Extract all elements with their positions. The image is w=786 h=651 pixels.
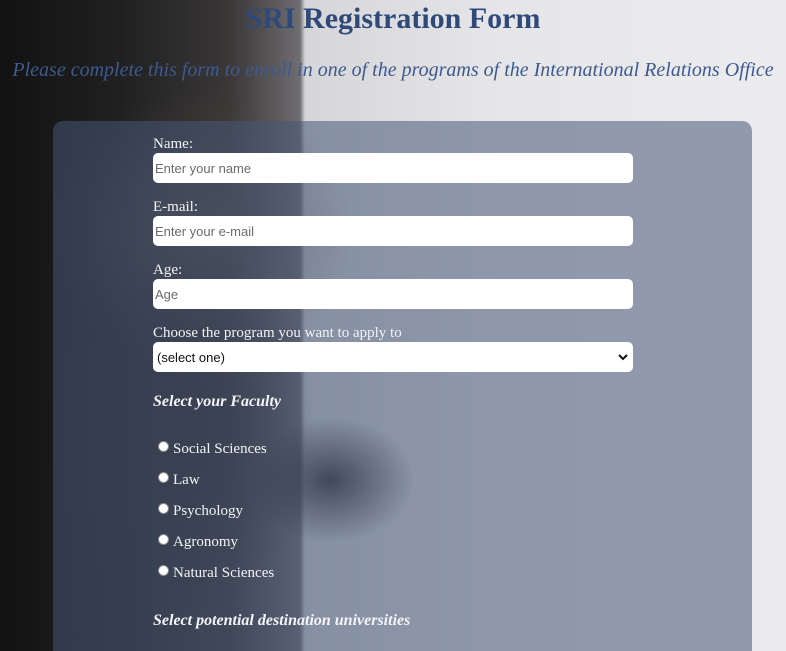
program-select-value: (select one) <box>157 349 225 365</box>
age-input[interactable] <box>153 279 633 309</box>
program-group: Choose the program you want to apply to … <box>153 324 633 372</box>
faculty-option-label: Psychology <box>173 502 244 519</box>
email-label: E-mail: <box>153 199 198 215</box>
faculty-option-label: Social Sciences <box>173 440 267 457</box>
faculty-option-label: Agronomy <box>173 533 238 550</box>
radio-button[interactable] <box>158 503 169 514</box>
age-label: Age: <box>153 262 183 278</box>
faculty-option-law[interactable]: Law <box>153 464 633 495</box>
faculty-option-social-sciences[interactable]: Social Sciences <box>153 433 633 464</box>
chevron-down-icon <box>617 351 629 363</box>
email-group: E-mail: <box>153 198 633 246</box>
faculty-option-label: Natural Sciences <box>173 564 275 581</box>
page-title: SRI Registration Form <box>245 2 541 35</box>
radio-button[interactable] <box>158 534 169 545</box>
name-group: Name: <box>153 135 633 183</box>
name-label: Name: <box>153 136 193 152</box>
faculty-option-label: Law <box>173 471 200 488</box>
faculty-option-agronomy[interactable]: Agronomy <box>153 526 633 557</box>
program-label: Choose the program you want to apply to <box>153 325 402 341</box>
destination-section-title: Select potential destination universitie… <box>153 612 411 629</box>
radio-button[interactable] <box>158 472 169 483</box>
age-group: Age: <box>153 261 633 309</box>
registration-form: Name: E-mail: Age: Choose the program yo… <box>153 135 633 631</box>
faculty-option-natural-sciences[interactable]: Natural Sciences <box>153 557 633 588</box>
radio-button[interactable] <box>158 565 169 576</box>
faculty-section-title: Select your Faculty <box>153 393 281 410</box>
email-input[interactable] <box>153 216 633 246</box>
program-select[interactable]: (select one) <box>153 342 633 372</box>
faculty-option-psychology[interactable]: Psychology <box>153 495 633 526</box>
faculty-radio-list: Social Sciences Law Psychology Agronomy … <box>153 433 633 588</box>
page-subtitle: Please complete this form to enroll in o… <box>12 59 774 81</box>
name-input[interactable] <box>153 153 633 183</box>
radio-button[interactable] <box>158 441 169 452</box>
